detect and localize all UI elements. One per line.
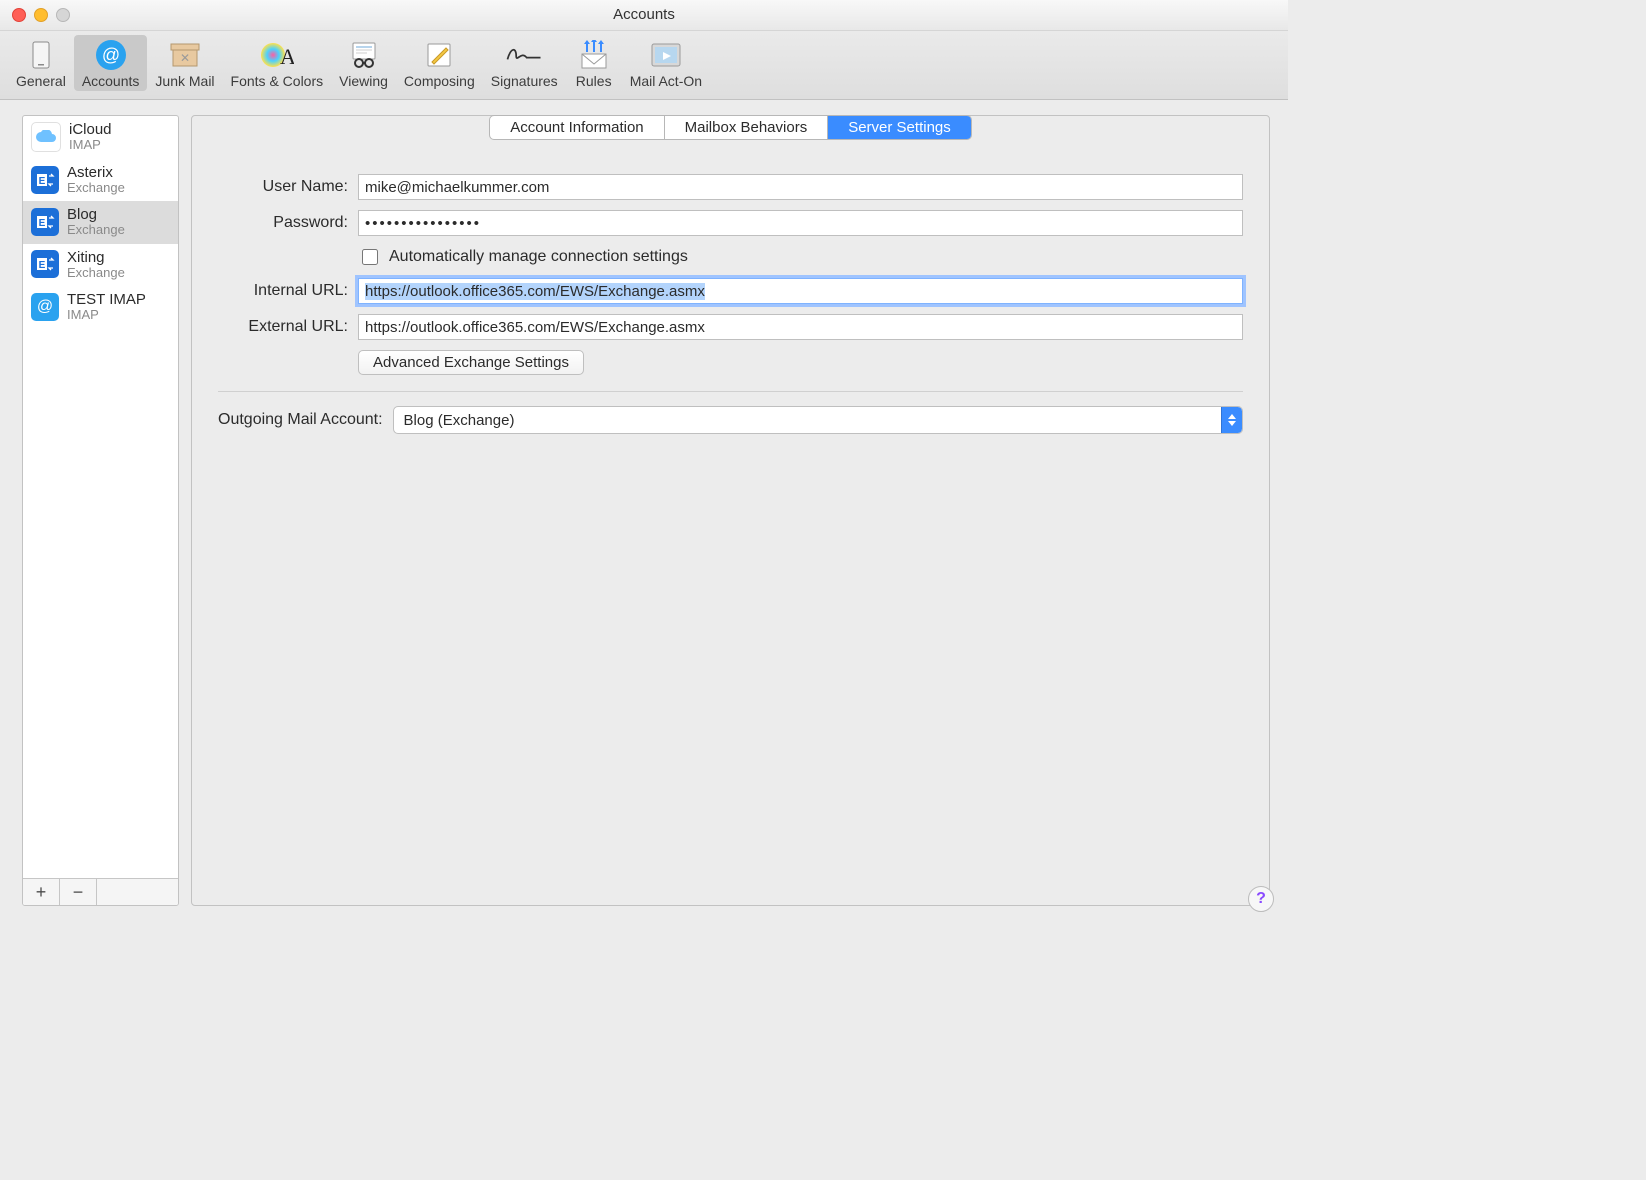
toolbar-label: Junk Mail	[155, 73, 214, 89]
account-detail-panel: Account Information Mailbox Behaviors Se…	[191, 115, 1270, 906]
titlebar: Accounts	[0, 0, 1288, 31]
toolbar-junk-mail[interactable]: ✕ Junk Mail	[147, 35, 222, 91]
add-account-button[interactable]: +	[23, 879, 60, 905]
account-item-asterix[interactable]: E Asterix Exchange	[23, 159, 178, 201]
general-icon	[21, 37, 61, 73]
toolbar-mail-act-on[interactable]: Mail Act-On	[622, 35, 710, 91]
svg-text:A: A	[280, 44, 294, 69]
help-button[interactable]: ?	[1248, 886, 1274, 912]
internal-url-label: Internal URL:	[218, 282, 358, 300]
toolbar-label: Composing	[404, 73, 475, 89]
rules-icon	[574, 37, 614, 73]
toolbar-viewing[interactable]: Viewing	[331, 35, 396, 91]
toolbar-label: Fonts & Colors	[231, 73, 324, 89]
separator	[218, 391, 1243, 392]
outgoing-account-label: Outgoing Mail Account:	[218, 411, 383, 429]
password-input[interactable]	[358, 210, 1243, 236]
toolbar-label: General	[16, 73, 66, 89]
svg-text:@: @	[101, 45, 119, 65]
svg-text:E: E	[39, 176, 46, 187]
toolbar-label: Viewing	[339, 73, 388, 89]
toolbar-composing[interactable]: Composing	[396, 35, 483, 91]
account-tabs: Account Information Mailbox Behaviors Se…	[489, 115, 972, 140]
svg-text:E: E	[39, 218, 46, 229]
account-type: Exchange	[67, 181, 125, 195]
account-item-icloud[interactable]: iCloud IMAP	[23, 116, 178, 159]
chevron-up-down-icon	[1221, 407, 1242, 433]
account-item-blog[interactable]: E Blog Exchange	[23, 201, 178, 243]
account-name: TEST IMAP	[67, 292, 146, 308]
window-title: Accounts	[613, 6, 675, 23]
exchange-icon: E	[31, 166, 59, 194]
accounts-sidebar: iCloud IMAP E Asterix Exchange E Blog	[22, 115, 179, 906]
remove-account-button[interactable]: −	[60, 879, 97, 905]
advanced-exchange-settings-button[interactable]: Advanced Exchange Settings	[358, 350, 584, 375]
auto-manage-checkbox[interactable]	[362, 249, 378, 265]
accounts-list: iCloud IMAP E Asterix Exchange E Blog	[23, 116, 178, 878]
toolbar-signatures[interactable]: Signatures	[483, 35, 566, 91]
username-input[interactable]	[358, 174, 1243, 200]
internal-url-input[interactable]	[358, 278, 1243, 304]
account-name: Asterix	[67, 165, 125, 181]
toolbar-label: Accounts	[82, 73, 140, 89]
toolbar-label: Rules	[576, 73, 612, 89]
icloud-icon	[31, 122, 61, 152]
toolbar-rules[interactable]: Rules	[566, 35, 622, 91]
toolbar-label: Mail Act-On	[630, 73, 702, 89]
account-item-test-imap[interactable]: @ TEST IMAP IMAP	[23, 286, 178, 328]
username-label: User Name:	[218, 178, 358, 196]
auto-manage-label: Automatically manage connection settings	[389, 248, 688, 266]
composing-icon	[419, 37, 459, 73]
account-type: Exchange	[67, 266, 125, 280]
close-window-button[interactable]	[12, 8, 26, 22]
toolbar-accounts[interactable]: @ Accounts	[74, 35, 148, 91]
sidebar-footer: + −	[23, 878, 178, 905]
server-settings-form: User Name: Password: Automatically manag…	[218, 174, 1243, 434]
preferences-toolbar: General @ Accounts ✕ Junk Mail A Fonts &…	[0, 31, 1288, 100]
tab-server-settings[interactable]: Server Settings	[828, 116, 971, 139]
account-name: Blog	[67, 207, 125, 223]
outgoing-account-value: Blog (Exchange)	[404, 412, 515, 429]
content-area: iCloud IMAP E Asterix Exchange E Blog	[0, 97, 1288, 924]
exchange-icon: E	[31, 208, 59, 236]
window-controls	[12, 8, 70, 22]
sidebar-footer-spacer	[97, 879, 178, 905]
imap-icon: @	[31, 293, 59, 321]
viewing-icon	[344, 37, 384, 73]
toolbar-fonts-colors[interactable]: A Fonts & Colors	[223, 35, 332, 91]
external-url-label: External URL:	[218, 318, 358, 336]
tab-mailbox-behaviors[interactable]: Mailbox Behaviors	[665, 116, 829, 139]
account-item-xiting[interactable]: E Xiting Exchange	[23, 244, 178, 286]
account-name: iCloud	[69, 122, 112, 138]
toolbar-label: Signatures	[491, 73, 558, 89]
accounts-icon: @	[91, 37, 131, 73]
external-url-input[interactable]	[358, 314, 1243, 340]
outgoing-account-select[interactable]: Blog (Exchange)	[393, 406, 1243, 434]
signatures-icon	[504, 37, 544, 73]
account-type: IMAP	[67, 308, 146, 322]
mail-act-on-icon	[646, 37, 686, 73]
svg-text:✕: ✕	[180, 51, 190, 65]
maximize-window-button[interactable]	[56, 8, 70, 22]
account-type: IMAP	[69, 138, 112, 152]
toolbar-general[interactable]: General	[8, 35, 74, 91]
junk-mail-icon: ✕	[165, 37, 205, 73]
account-name: Xiting	[67, 250, 125, 266]
minimize-window-button[interactable]	[34, 8, 48, 22]
svg-text:E: E	[39, 260, 46, 271]
exchange-icon: E	[31, 250, 59, 278]
account-type: Exchange	[67, 223, 125, 237]
fonts-colors-icon: A	[257, 37, 297, 73]
password-label: Password:	[218, 214, 358, 232]
tab-account-information[interactable]: Account Information	[490, 116, 664, 139]
